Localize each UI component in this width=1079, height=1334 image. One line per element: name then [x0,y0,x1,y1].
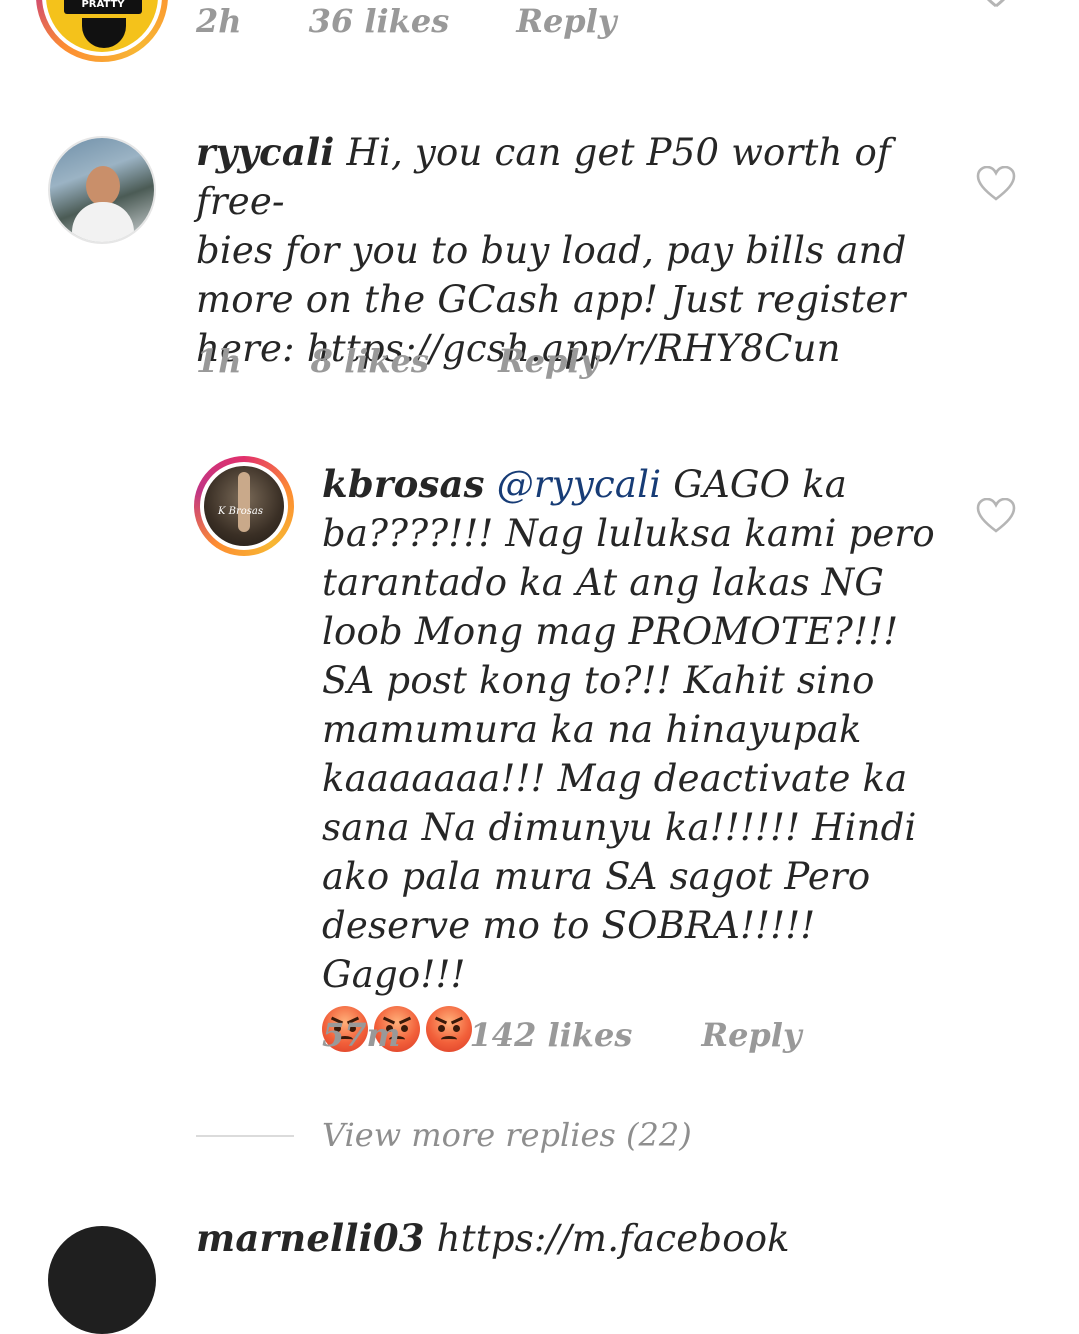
comment-line: kaaaaaaa!!! Mag deactivate ka [322,757,908,800]
comment1-meta: 1h 8 likes Reply [196,342,598,380]
comment-line: ba????!!! Nag luluksa kami pero [322,512,935,555]
comment-body-kbrosas: kbrosas @ryycali GAGO ka ba????!!! Nag l… [322,460,962,1052]
comment-time: 1h [196,342,242,380]
comment-line: sana Na dimunyu ka!!!!!! Hindi [322,806,917,849]
avatar-beard [82,18,126,48]
reply-button[interactable]: Reply [498,342,598,380]
comment-line: mamumura ka na hinayupak [322,708,862,751]
comment-text: GAGO ka [661,463,848,506]
comment-line: ryycali Hi, you can get P50 worth of fre… [196,128,956,226]
avatar-ryycali[interactable] [48,136,156,244]
avatar-shirt [72,202,134,242]
view-more-replies-button[interactable]: View more replies (22) [322,1116,692,1154]
likes-count[interactable]: 36 likes [309,2,450,40]
comment-time: 57m [322,1016,401,1054]
comment-username[interactable]: kbrosas [322,462,485,506]
view-more-divider [196,1135,294,1137]
avatar-logo: K Brosas [218,506,264,517]
comment-line: more on the GCash app! Just register [196,278,906,321]
comment-username[interactable]: marnelli03 [196,1216,425,1260]
avatar-marnelli03[interactable] [48,1226,156,1334]
reply-button[interactable]: Reply [701,1016,801,1054]
comment-line: SA post kong to?!! Kahit sino [322,659,875,702]
likes-count[interactable]: 142 likes [470,1016,633,1054]
avatar-image [50,138,154,242]
comment-line: ako pala mura SA sagot Pero [322,855,871,898]
comment-body-marnelli03: marnelli03 https://m.facebook [196,1214,956,1263]
avatar-image: K Brosas [204,466,284,546]
top-comment-meta: 2h 36 likes Reply [196,2,616,40]
avatar-kbrosas[interactable]: K Brosas [194,456,294,556]
comment-line: deserve mo to SOBRA!!!!! Gago!!! [322,904,816,996]
comment-line: tarantado ka At ang lakas NG [322,561,885,604]
comment-time: 2h [196,2,242,40]
comment-text[interactable]: https://m.facebook [425,1217,790,1260]
comment-username[interactable]: ryycali [196,130,335,174]
avatar-frame: K Brosas [200,462,288,550]
avatar-pratty[interactable]: PRATTY [36,0,168,62]
avatar-banner: PRATTY [64,0,142,14]
heart-icon[interactable] [976,0,1016,10]
comment-body-ryycali: ryycali Hi, you can get P50 worth of fre… [196,128,956,373]
reply-button[interactable]: Reply [516,2,616,40]
avatar-frame: PRATTY [42,0,162,56]
heart-icon[interactable] [976,166,1016,202]
avatar-face [86,166,120,206]
reply1-meta: 57m 142 likes Reply [322,1016,802,1054]
mention-link[interactable]: @ryycali [497,463,662,506]
comment-line: kbrosas @ryycali GAGO ka [322,460,962,509]
comment-line: loob Mong mag PROMOTE?!!! [322,610,899,653]
avatar-image: PRATTY [46,0,158,52]
comment-line: bies for you to buy load, pay bills and [196,229,907,272]
avatar-figure [238,472,250,532]
likes-count[interactable]: 8 likes [311,342,429,380]
heart-icon[interactable] [976,498,1016,534]
